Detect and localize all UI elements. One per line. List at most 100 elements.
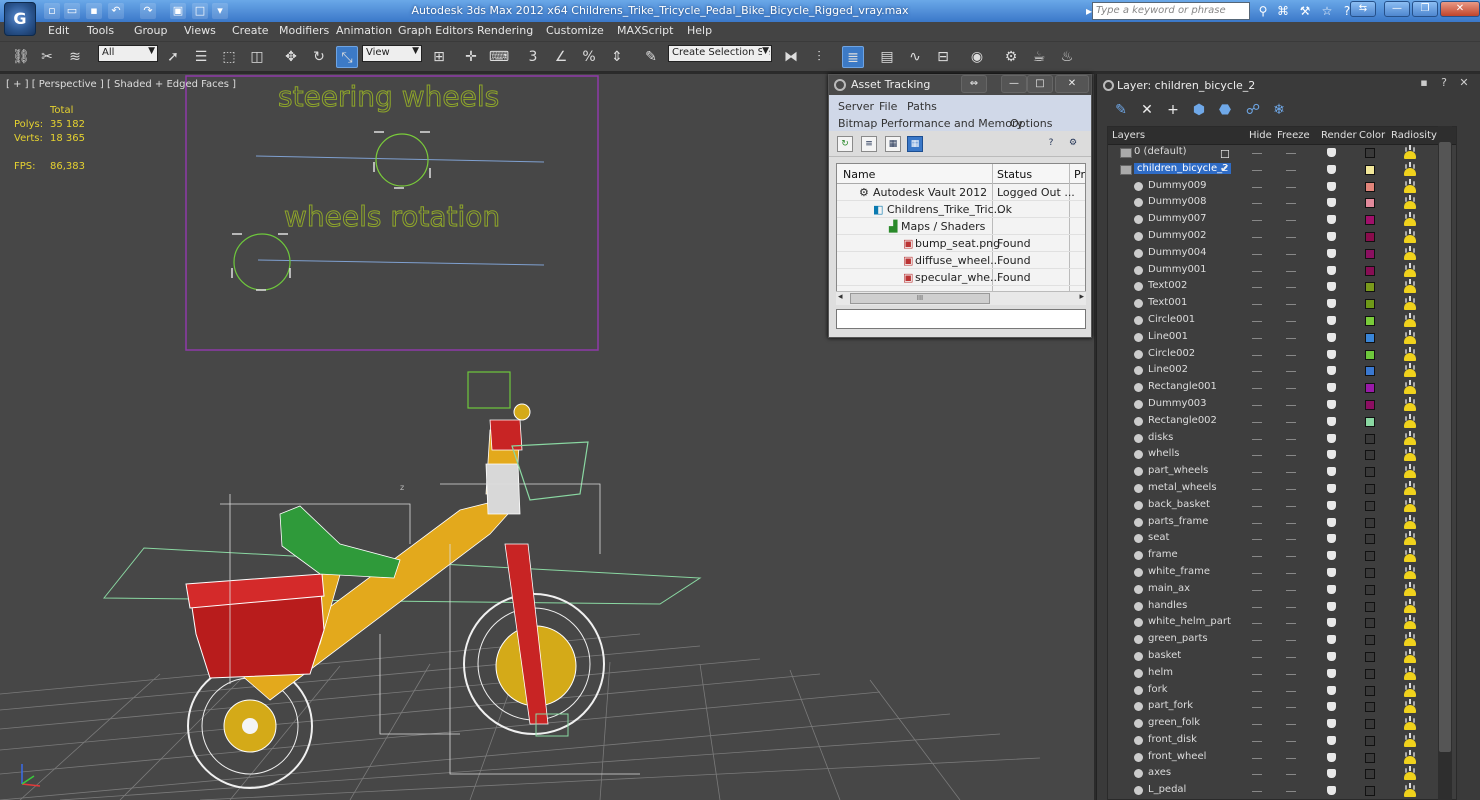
align-icon[interactable]: ⫶: [808, 46, 830, 68]
layer-object-row[interactable]: back_basket: [1108, 497, 1456, 515]
keyboard-shortcut-icon[interactable]: ⌨: [488, 46, 510, 68]
render-teapot-icon[interactable]: [1327, 752, 1336, 762]
radiosity-icon[interactable]: [1403, 464, 1417, 480]
asset-close-button[interactable]: ✕: [1055, 75, 1089, 93]
freeze-toggle[interactable]: [1286, 640, 1296, 642]
viewport-layout-icon[interactable]: □: [192, 3, 208, 19]
layer-object-row[interactable]: Circle002: [1108, 346, 1456, 364]
color-swatch[interactable]: [1365, 181, 1375, 192]
asset-row[interactable]: ▣ diffuse_wheel... Found: [837, 252, 1085, 269]
unlink-icon[interactable]: ✂: [36, 46, 58, 68]
render-teapot-icon[interactable]: [1327, 769, 1336, 779]
search-input[interactable]: Type a keyword or phrase: [1092, 2, 1250, 20]
hide-toggle[interactable]: [1252, 253, 1262, 255]
freeze-toggle[interactable]: [1286, 388, 1296, 390]
radiosity-icon[interactable]: [1403, 329, 1417, 346]
layer-object-row[interactable]: axes: [1108, 766, 1456, 783]
layer-title-bar[interactable]: Layer: children_bicycle_2 ▪ ? ✕: [1097, 74, 1480, 96]
render-teapot-icon[interactable]: [1327, 618, 1336, 628]
color-swatch[interactable]: [1365, 231, 1375, 242]
graphite-ribbon-icon[interactable]: ▤: [876, 46, 898, 68]
color-swatch[interactable]: [1365, 215, 1375, 226]
column-extra[interactable]: Pr: [1074, 168, 1085, 181]
radiosity-icon[interactable]: [1403, 548, 1417, 564]
render-teapot-icon[interactable]: [1327, 282, 1336, 292]
freeze-toggle[interactable]: [1286, 724, 1296, 726]
radiosity-icon[interactable]: [1403, 497, 1417, 514]
column-freeze[interactable]: Freeze: [1277, 130, 1310, 141]
freeze-toggle[interactable]: [1286, 505, 1296, 507]
edit-named-selection-icon[interactable]: ✎: [640, 46, 662, 68]
project-folder-icon[interactable]: ▣: [170, 3, 186, 19]
render-teapot-icon[interactable]: [1327, 551, 1336, 561]
color-swatch[interactable]: [1365, 383, 1375, 394]
create-layer-icon[interactable]: ✎: [1111, 100, 1131, 120]
freeze-toggle[interactable]: [1286, 539, 1296, 541]
layer-object-row[interactable]: Dummy004: [1108, 245, 1456, 263]
freeze-toggle[interactable]: [1286, 236, 1296, 238]
render-teapot-icon[interactable]: [1327, 786, 1336, 796]
refresh-icon[interactable]: ↻: [837, 136, 853, 152]
freeze-toggle[interactable]: [1286, 438, 1296, 440]
radiosity-icon[interactable]: [1403, 346, 1417, 363]
hide-toggle[interactable]: [1252, 606, 1262, 608]
color-swatch[interactable]: [1365, 282, 1375, 293]
radiosity-icon[interactable]: [1403, 648, 1417, 665]
render-teapot-icon[interactable]: [1327, 719, 1336, 729]
color-swatch[interactable]: [1365, 719, 1375, 730]
radiosity-icon[interactable]: [1403, 783, 1417, 799]
freeze-toggle[interactable]: [1286, 488, 1296, 490]
radiosity-icon[interactable]: [1403, 279, 1417, 295]
menu-edit[interactable]: Edit: [48, 24, 69, 37]
asset-minimize-button[interactable]: —: [1001, 75, 1027, 93]
render-teapot-icon[interactable]: [1327, 383, 1336, 393]
color-swatch[interactable]: [1365, 567, 1375, 578]
rotate-icon[interactable]: ↻: [308, 46, 330, 68]
radiosity-icon[interactable]: [1403, 312, 1417, 329]
color-swatch[interactable]: [1365, 668, 1375, 679]
layer-object-row[interactable]: Circle001: [1108, 312, 1456, 330]
hide-toggle[interactable]: [1252, 421, 1262, 423]
layer-object-row[interactable]: main_ax: [1108, 581, 1456, 599]
hide-toggle[interactable]: [1252, 505, 1262, 507]
freeze-toggle[interactable]: [1286, 220, 1296, 222]
hide-toggle[interactable]: [1252, 673, 1262, 675]
asset-row[interactable]: ▟ Maps / Shaders: [837, 218, 1085, 235]
reference-coord-dropdown[interactable]: View ▼: [362, 45, 422, 62]
curve-editor-icon[interactable]: ∿: [904, 46, 926, 68]
render-teapot-icon[interactable]: [1327, 349, 1336, 359]
color-swatch[interactable]: [1365, 702, 1375, 713]
radiosity-icon[interactable]: [1403, 245, 1417, 262]
window-crossing-icon[interactable]: ◫: [246, 46, 268, 68]
color-swatch[interactable]: [1365, 198, 1375, 209]
render-teapot-icon[interactable]: [1327, 668, 1336, 678]
freeze-toggle[interactable]: [1286, 354, 1296, 356]
add-to-layer-icon[interactable]: +: [1163, 100, 1183, 120]
scale-icon[interactable]: ⤡: [336, 46, 358, 68]
spinner-snap-icon[interactable]: ⇕: [606, 46, 628, 68]
layer-object-row[interactable]: Text001: [1108, 296, 1456, 313]
render-teapot-icon[interactable]: [1327, 534, 1336, 544]
current-layer-checkbox-icon[interactable]: ☐: [1220, 148, 1230, 161]
menu-customize[interactable]: Customize: [546, 24, 604, 37]
layer-object-row[interactable]: white_frame: [1108, 564, 1456, 582]
render-teapot-icon[interactable]: [1327, 164, 1336, 174]
maximize-button[interactable]: ❐: [1412, 1, 1438, 17]
color-swatch[interactable]: [1365, 651, 1375, 662]
dock-toggle-icon[interactable]: ⇔: [961, 75, 987, 93]
layer-manager-icon[interactable]: ≣: [842, 46, 864, 68]
radiosity-icon[interactable]: [1403, 396, 1417, 413]
freeze-toggle[interactable]: [1286, 186, 1296, 188]
freeze-toggle[interactable]: [1286, 455, 1296, 457]
redo-icon[interactable]: ↷: [140, 3, 156, 19]
freeze-toggle[interactable]: [1286, 673, 1296, 675]
table-view-icon[interactable]: ▦: [907, 136, 923, 152]
hide-toggle[interactable]: [1252, 539, 1262, 541]
freeze-toggle[interactable]: [1286, 774, 1296, 776]
angle-snap-icon[interactable]: ∠: [550, 46, 572, 68]
hide-toggle[interactable]: [1252, 354, 1262, 356]
binoculars-icon[interactable]: ⚲: [1254, 2, 1272, 20]
hide-toggle[interactable]: [1252, 186, 1262, 188]
column-name[interactable]: Name: [843, 168, 875, 181]
column-color[interactable]: Color: [1359, 130, 1385, 141]
